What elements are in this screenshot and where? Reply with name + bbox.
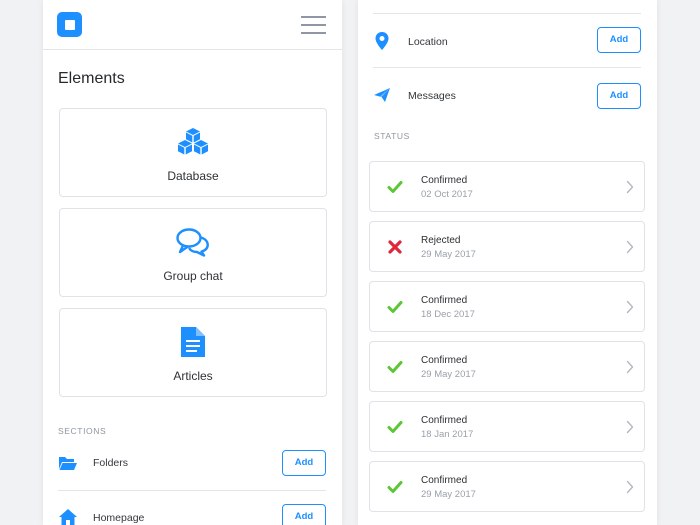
database-icon bbox=[175, 127, 211, 157]
add-messages-button[interactable]: Add bbox=[597, 83, 641, 109]
status-title: Confirmed bbox=[421, 355, 468, 366]
status-date: 29 May 2017 bbox=[421, 489, 476, 500]
status-card-confirmed[interactable]: Confirmed 29 May 2017 bbox=[369, 341, 645, 392]
checkmark-icon bbox=[387, 479, 403, 495]
chevron-right-icon bbox=[626, 300, 634, 314]
location-pin-icon bbox=[373, 31, 391, 51]
status-date: 18 Jan 2017 bbox=[421, 429, 474, 440]
checkmark-icon bbox=[387, 299, 403, 315]
add-folders-button[interactable]: Add bbox=[282, 450, 326, 476]
checkmark-icon bbox=[387, 179, 403, 195]
divider bbox=[373, 67, 641, 68]
card-database[interactable]: Database bbox=[59, 108, 327, 197]
row-label: Homepage bbox=[93, 512, 145, 524]
status-card-confirmed[interactable]: Confirmed 18 Dec 2017 bbox=[369, 281, 645, 332]
row-messages: Messages Add bbox=[373, 75, 641, 115]
top-bar bbox=[43, 0, 342, 50]
chevron-right-icon bbox=[626, 240, 634, 254]
card-articles[interactable]: Articles bbox=[59, 308, 327, 397]
status-date: 29 May 2017 bbox=[421, 369, 476, 380]
status-label: STATUS bbox=[374, 131, 410, 141]
checkmark-icon bbox=[387, 359, 403, 375]
status-title: Confirmed bbox=[421, 295, 468, 306]
add-homepage-button[interactable]: Add bbox=[282, 504, 326, 525]
folder-icon bbox=[58, 454, 78, 472]
row-label: Messages bbox=[408, 90, 456, 102]
chevron-right-icon bbox=[626, 180, 634, 194]
document-icon bbox=[175, 327, 211, 357]
row-label: Folders bbox=[93, 457, 129, 469]
status-title: Confirmed bbox=[421, 175, 468, 186]
status-date: 18 Dec 2017 bbox=[421, 309, 475, 320]
page-title: Elements bbox=[58, 70, 125, 87]
paper-plane-icon bbox=[373, 85, 391, 105]
chevron-right-icon bbox=[626, 480, 634, 494]
sections-label: SECTIONS bbox=[58, 426, 107, 436]
status-title: Confirmed bbox=[421, 475, 468, 486]
row-homepage: Homepage Add bbox=[58, 498, 326, 525]
status-card-confirmed[interactable]: Confirmed 18 Jan 2017 bbox=[369, 401, 645, 452]
checkmark-icon bbox=[387, 419, 403, 435]
status-date: 02 Oct 2017 bbox=[421, 189, 473, 200]
hamburger-menu-icon[interactable] bbox=[301, 15, 326, 34]
chevron-right-icon bbox=[626, 420, 634, 434]
card-label: Articles bbox=[173, 369, 213, 383]
status-date: 29 May 2017 bbox=[421, 249, 476, 260]
row-location: Location Add bbox=[373, 21, 641, 61]
status-card-confirmed[interactable]: Confirmed 29 May 2017 bbox=[369, 461, 645, 512]
left-panel: Elements Database Group chat Articles SE… bbox=[43, 0, 342, 525]
status-card-confirmed[interactable]: Confirmed 02 Oct 2017 bbox=[369, 161, 645, 212]
row-label: Location bbox=[408, 36, 448, 48]
row-folders: Folders Add bbox=[58, 444, 326, 484]
right-panel: Location Add Messages Add STATUS Confirm… bbox=[358, 0, 657, 525]
app-logo-icon[interactable] bbox=[57, 12, 82, 37]
status-title: Confirmed bbox=[421, 415, 468, 426]
divider bbox=[58, 490, 326, 491]
status-card-rejected[interactable]: Rejected 29 May 2017 bbox=[369, 221, 645, 272]
chat-icon bbox=[175, 227, 211, 257]
status-title: Rejected bbox=[421, 235, 461, 246]
card-label: Group chat bbox=[163, 269, 223, 283]
home-icon bbox=[58, 508, 78, 525]
card-group-chat[interactable]: Group chat bbox=[59, 208, 327, 297]
cross-icon bbox=[387, 239, 403, 255]
chevron-right-icon bbox=[626, 360, 634, 374]
card-label: Database bbox=[167, 169, 219, 183]
add-location-button[interactable]: Add bbox=[597, 27, 641, 53]
divider bbox=[373, 13, 641, 14]
